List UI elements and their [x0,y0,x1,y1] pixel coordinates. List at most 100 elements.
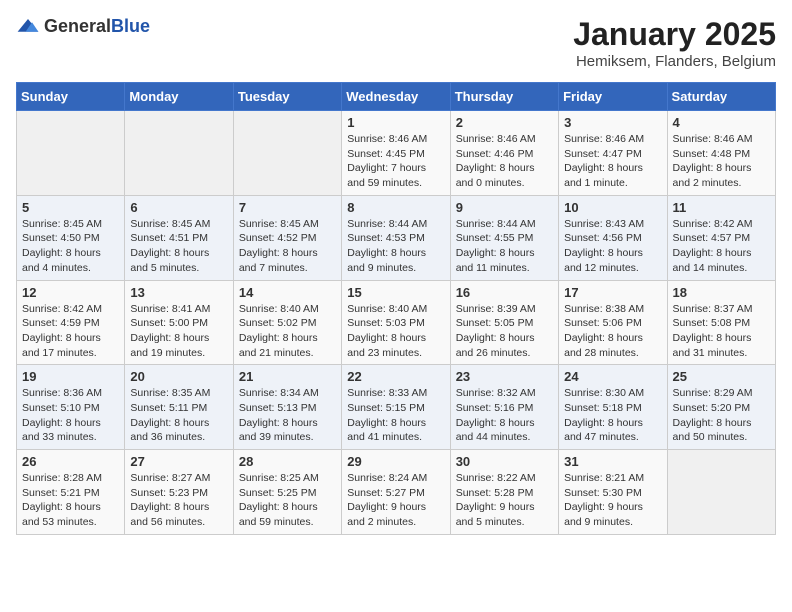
day-number: 6 [130,200,227,215]
day-info: Sunrise: 8:40 AMSunset: 5:03 PMDaylight:… [347,302,444,361]
day-info: Sunrise: 8:25 AMSunset: 5:25 PMDaylight:… [239,471,336,530]
calendar-week-5: 26 Sunrise: 8:28 AMSunset: 5:21 PMDayligh… [17,450,776,535]
table-row: 28 Sunrise: 8:25 AMSunset: 5:25 PMDayligh… [233,450,341,535]
day-info: Sunrise: 8:45 AMSunset: 4:51 PMDaylight:… [130,217,227,276]
header-monday: Monday [125,83,233,111]
logo-general: General [44,16,111,36]
day-info: Sunrise: 8:24 AMSunset: 5:27 PMDaylight:… [347,471,444,530]
day-info: Sunrise: 8:36 AMSunset: 5:10 PMDaylight:… [22,386,119,445]
logo-icon [16,17,40,37]
day-number: 21 [239,369,336,384]
month-title: January 2025 [573,16,776,53]
day-info: Sunrise: 8:30 AMSunset: 5:18 PMDaylight:… [564,386,661,445]
day-number: 19 [22,369,119,384]
header-wednesday: Wednesday [342,83,450,111]
table-row: 3 Sunrise: 8:46 AMSunset: 4:47 PMDaylight… [559,111,667,196]
day-number: 24 [564,369,661,384]
calendar-week-4: 19 Sunrise: 8:36 AMSunset: 5:10 PMDayligh… [17,365,776,450]
day-info: Sunrise: 8:21 AMSunset: 5:30 PMDaylight:… [564,471,661,530]
table-row: 24 Sunrise: 8:30 AMSunset: 5:18 PMDayligh… [559,365,667,450]
day-info: Sunrise: 8:34 AMSunset: 5:13 PMDaylight:… [239,386,336,445]
table-row: 17 Sunrise: 8:38 AMSunset: 5:06 PMDayligh… [559,280,667,365]
day-number: 31 [564,454,661,469]
table-row: 9 Sunrise: 8:44 AMSunset: 4:55 PMDaylight… [450,195,558,280]
table-row [125,111,233,196]
day-info: Sunrise: 8:46 AMSunset: 4:46 PMDaylight:… [456,132,553,191]
table-row: 16 Sunrise: 8:39 AMSunset: 5:05 PMDayligh… [450,280,558,365]
day-info: Sunrise: 8:22 AMSunset: 5:28 PMDaylight:… [456,471,553,530]
day-info: Sunrise: 8:39 AMSunset: 5:05 PMDaylight:… [456,302,553,361]
day-number: 7 [239,200,336,215]
table-row: 12 Sunrise: 8:42 AMSunset: 4:59 PMDayligh… [17,280,125,365]
day-info: Sunrise: 8:38 AMSunset: 5:06 PMDaylight:… [564,302,661,361]
table-row: 22 Sunrise: 8:33 AMSunset: 5:15 PMDayligh… [342,365,450,450]
table-row: 15Sunrise: 8:40 AMSunset: 5:03 PMDayligh… [342,280,450,365]
calendar-week-1: 1Sunrise: 8:46 AMSunset: 4:45 PMDaylight… [17,111,776,196]
day-number: 29 [347,454,444,469]
title-block: January 2025 Hemiksem, Flanders, Belgium [573,16,776,70]
header-sunday: Sunday [17,83,125,111]
day-info: Sunrise: 8:32 AMSunset: 5:16 PMDaylight:… [456,386,553,445]
header-friday: Friday [559,83,667,111]
day-number: 9 [456,200,553,215]
table-row: 7 Sunrise: 8:45 AMSunset: 4:52 PMDaylight… [233,195,341,280]
day-info: Sunrise: 8:41 AMSunset: 5:00 PMDaylight:… [130,302,227,361]
day-number: 5 [22,200,119,215]
day-number: 23 [456,369,553,384]
calendar-week-2: 5Sunrise: 8:45 AMSunset: 4:50 PMDaylight… [17,195,776,280]
logo: GeneralBlue [16,16,150,37]
day-info: Sunrise: 8:46 AMSunset: 4:48 PMDaylight:… [673,132,770,191]
day-number: 27 [130,454,227,469]
day-number: 3 [564,115,661,130]
day-number: 16 [456,285,553,300]
table-row: 30 Sunrise: 8:22 AMSunset: 5:28 PMDayligh… [450,450,558,535]
day-number: 26 [22,454,119,469]
day-number: 30 [456,454,553,469]
day-info: Sunrise: 8:29 AMSunset: 5:20 PMDaylight:… [673,386,770,445]
calendar-week-3: 12 Sunrise: 8:42 AMSunset: 4:59 PMDayligh… [17,280,776,365]
table-row [233,111,341,196]
day-info: Sunrise: 8:43 AMSunset: 4:56 PMDaylight:… [564,217,661,276]
calendar-header-row: Sunday Monday Tuesday Wednesday Thursday… [17,83,776,111]
day-number: 12 [22,285,119,300]
table-row: 19 Sunrise: 8:36 AMSunset: 5:10 PMDayligh… [17,365,125,450]
day-info: Sunrise: 8:35 AMSunset: 5:11 PMDaylight:… [130,386,227,445]
calendar-table: Sunday Monday Tuesday Wednesday Thursday… [16,82,776,535]
table-row [17,111,125,196]
table-row: 11Sunrise: 8:42 AMSunset: 4:57 PMDayligh… [667,195,775,280]
header-thursday: Thursday [450,83,558,111]
table-row: 13 Sunrise: 8:41 AMSunset: 5:00 PMDayligh… [125,280,233,365]
day-info: Sunrise: 8:37 AMSunset: 5:08 PMDaylight:… [673,302,770,361]
day-info: Sunrise: 8:44 AMSunset: 4:55 PMDaylight:… [456,217,553,276]
day-info: Sunrise: 8:33 AMSunset: 5:15 PMDaylight:… [347,386,444,445]
day-number: 22 [347,369,444,384]
day-number: 2 [456,115,553,130]
table-row: 1Sunrise: 8:46 AMSunset: 4:45 PMDaylight… [342,111,450,196]
day-info: Sunrise: 8:46 AMSunset: 4:47 PMDaylight:… [564,132,661,191]
day-info: Sunrise: 8:40 AMSunset: 5:02 PMDaylight:… [239,302,336,361]
table-row: 29 Sunrise: 8:24 AMSunset: 5:27 PMDayligh… [342,450,450,535]
table-row: 20 Sunrise: 8:35 AMSunset: 5:11 PMDayligh… [125,365,233,450]
day-info: Sunrise: 8:45 AMSunset: 4:52 PMDaylight:… [239,217,336,276]
day-info: Sunrise: 8:28 AMSunset: 5:21 PMDaylight:… [22,471,119,530]
day-number: 4 [673,115,770,130]
table-row: 23 Sunrise: 8:32 AMSunset: 5:16 PMDayligh… [450,365,558,450]
day-number: 17 [564,285,661,300]
day-number: 13 [130,285,227,300]
table-row [667,450,775,535]
header-tuesday: Tuesday [233,83,341,111]
header-saturday: Saturday [667,83,775,111]
table-row: 4 Sunrise: 8:46 AMSunset: 4:48 PMDaylight… [667,111,775,196]
day-number: 28 [239,454,336,469]
day-number: 1 [347,115,444,130]
table-row: 21 Sunrise: 8:34 AMSunset: 5:13 PMDayligh… [233,365,341,450]
table-row: 8Sunrise: 8:44 AMSunset: 4:53 PMDaylight… [342,195,450,280]
day-number: 25 [673,369,770,384]
day-info: Sunrise: 8:42 AMSunset: 4:59 PMDaylight:… [22,302,119,361]
day-number: 10 [564,200,661,215]
table-row: 31 Sunrise: 8:21 AMSunset: 5:30 PMDayligh… [559,450,667,535]
day-number: 18 [673,285,770,300]
location-title: Hemiksem, Flanders, Belgium [573,53,776,70]
day-number: 20 [130,369,227,384]
table-row: 27Sunrise: 8:27 AMSunset: 5:23 PMDayligh… [125,450,233,535]
